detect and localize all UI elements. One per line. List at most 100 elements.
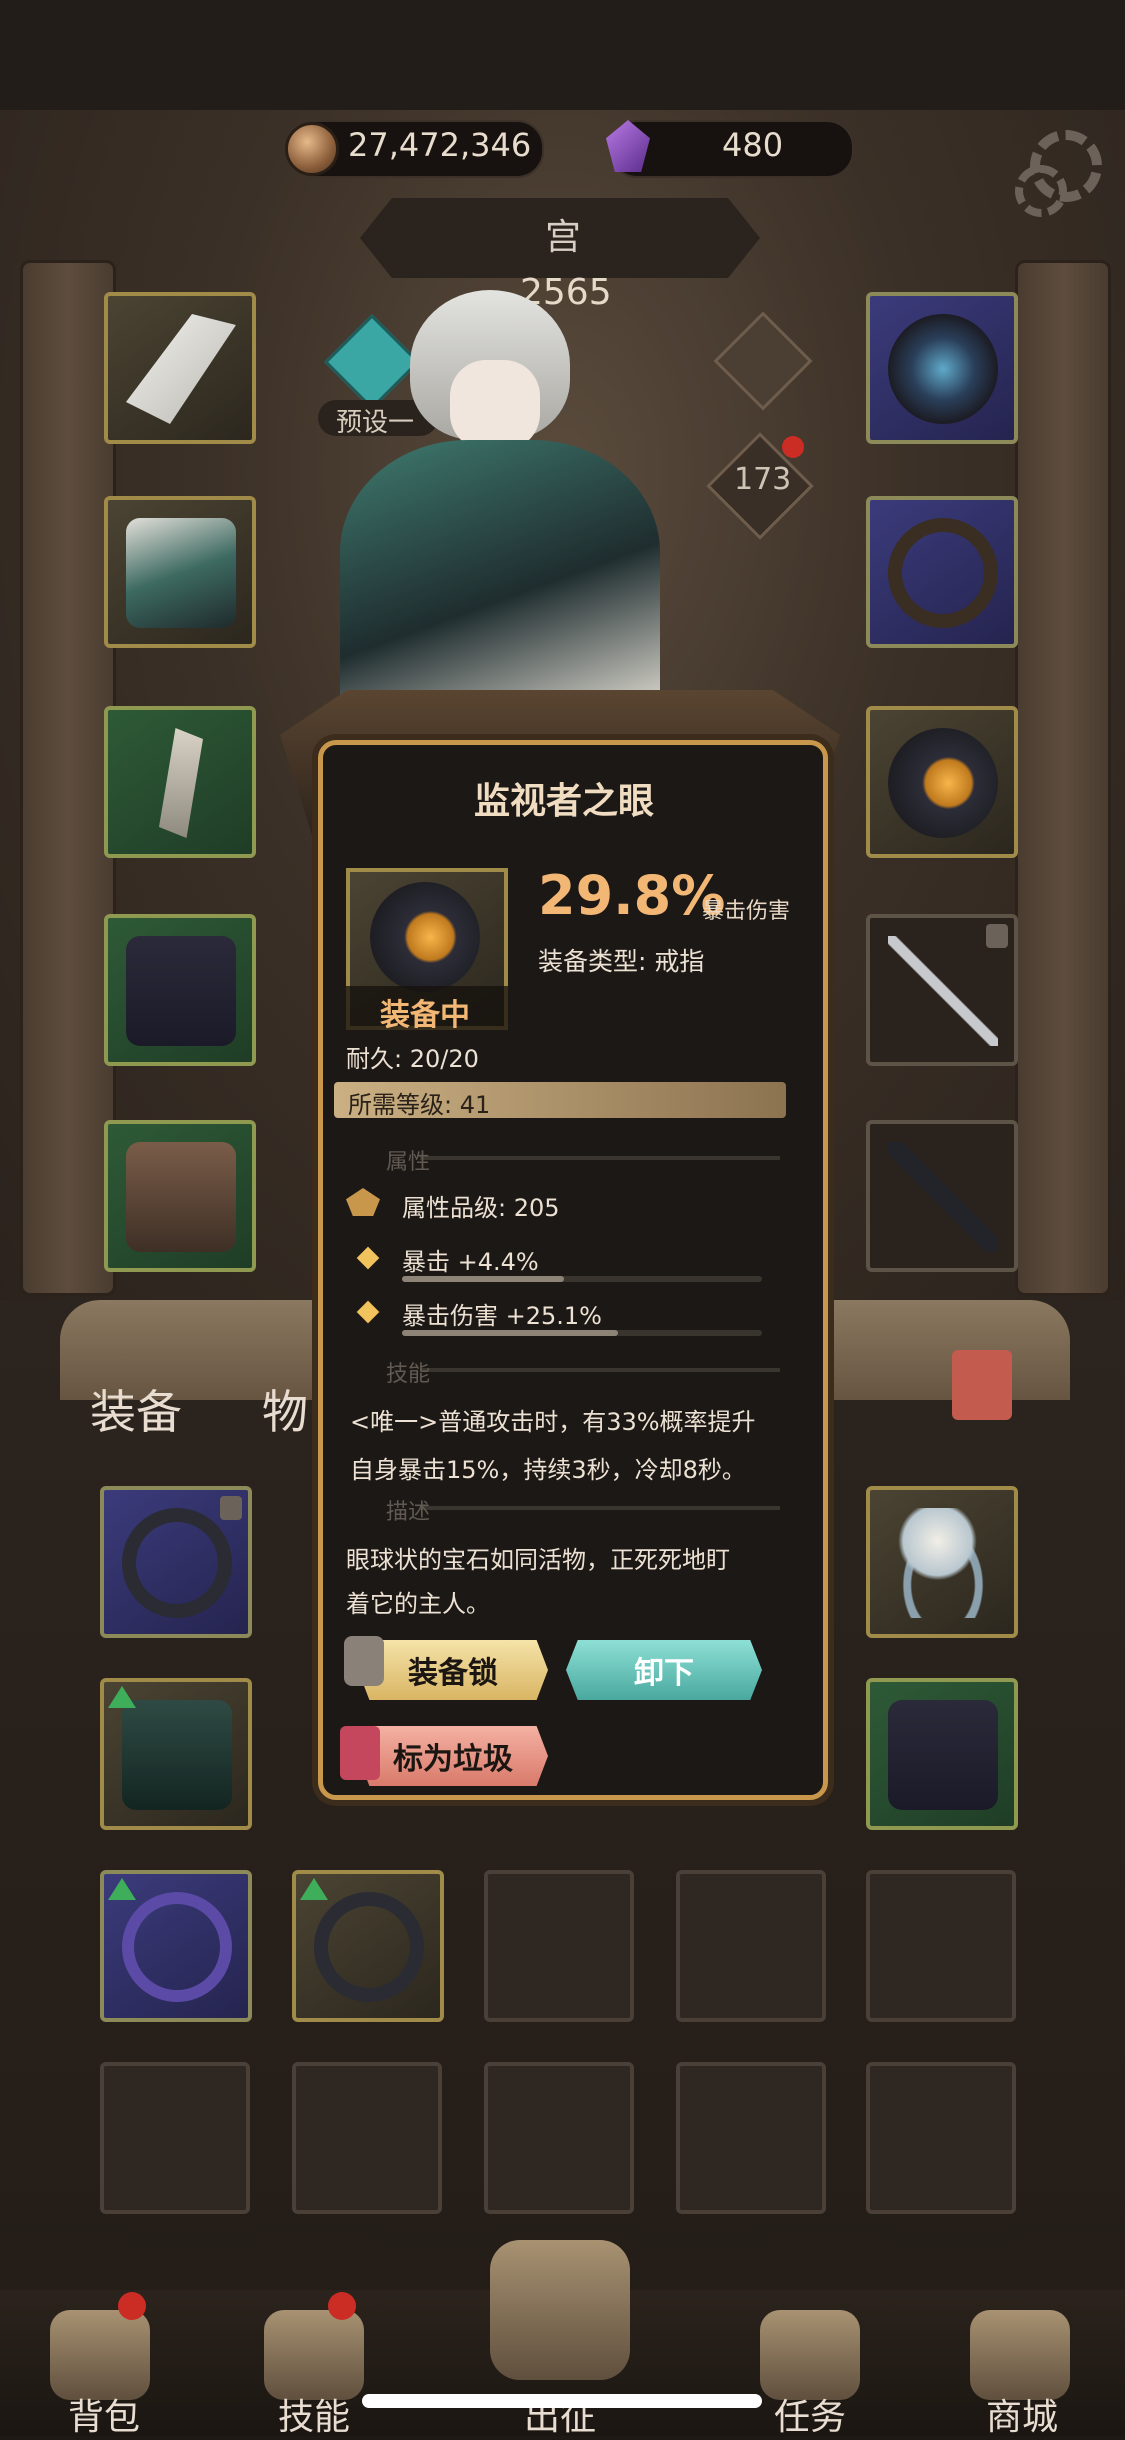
- main-stat-name: 暴击伤害: [702, 899, 791, 924]
- attr-crit-bar: [402, 1276, 762, 1282]
- section-attributes: 属性: [386, 1150, 431, 1175]
- shop-nav-icon[interactable]: [970, 2310, 1070, 2400]
- popup-title: 监视者之眼: [474, 781, 655, 822]
- attr-crit-bar-fill: [402, 1276, 564, 1282]
- bag-item-boots[interactable]: [100, 1678, 252, 1830]
- skills-notification-dot: [328, 2292, 356, 2320]
- lock-icon: [220, 1496, 242, 1520]
- bag-empty-cell[interactable]: [484, 2062, 634, 2214]
- bag-empty-cell[interactable]: [676, 1870, 826, 2022]
- upgrade-arrow-icon: [300, 1878, 328, 1900]
- section-divider: [420, 1506, 780, 1510]
- section-description: 描述: [386, 1500, 431, 1525]
- upgrade-arrow-icon: [108, 1686, 136, 1708]
- dark-ring-icon: [122, 1508, 232, 1618]
- slot-ring-1[interactable]: [866, 496, 1018, 648]
- lock-icon: [986, 924, 1008, 948]
- bag-item-halo[interactable]: [100, 1870, 252, 2022]
- attr-crit: 暴击 +4.4%: [402, 1248, 539, 1276]
- attr-crit-damage-bar-fill: [402, 1330, 618, 1336]
- robe-armor-icon: [126, 518, 236, 628]
- wing-helmet-icon: [126, 314, 236, 424]
- character-portrait: [330, 280, 690, 720]
- mark-junk-label: 标为垃圾: [393, 1742, 513, 1777]
- equip-type: 装备类型: 戒指: [538, 947, 705, 976]
- level-notification-dot: [782, 436, 804, 458]
- durability: 耐久: 20/20: [346, 1045, 479, 1073]
- bag-empty-cell[interactable]: [292, 2062, 442, 2214]
- attr-crit-damage-bar: [402, 1330, 762, 1336]
- description-line-2: 着它的主人。: [346, 1590, 490, 1618]
- bandage-bracer-icon: [159, 728, 203, 838]
- gem-amount: 480: [722, 126, 784, 164]
- attr-crit-damage: 暴击伤害 +25.1%: [402, 1302, 602, 1330]
- section-skill: 技能: [386, 1362, 431, 1387]
- padlock-icon: [344, 1636, 384, 1686]
- bag-empty-cell[interactable]: [100, 2062, 250, 2214]
- ring-icon: [888, 518, 998, 628]
- equip-lock-button[interactable]: 装备锁: [358, 1640, 548, 1700]
- character-name: 宫: [545, 217, 582, 258]
- tab-equip[interactable]: 装备: [90, 1376, 182, 1442]
- sword-icon: [888, 936, 998, 1046]
- green-boots-icon: [122, 1700, 232, 1810]
- left-pillar: [20, 260, 116, 1296]
- unequip-button[interactable]: 卸下: [566, 1640, 762, 1700]
- flower-ring-icon: [888, 1508, 998, 1618]
- level-value: 173: [734, 462, 792, 497]
- bag-item-ring[interactable]: [100, 1486, 252, 1638]
- main-stat-value: 29.8%: [538, 864, 726, 927]
- nav-shop[interactable]: 商城: [952, 2388, 1092, 2440]
- mark-junk-button[interactable]: 标为垃圾: [358, 1726, 548, 1786]
- bag-empty-cell[interactable]: [866, 2062, 1016, 2214]
- character-outfit: [340, 440, 660, 720]
- leggings-icon: [888, 1700, 998, 1810]
- tab-items[interactable]: 物: [262, 1376, 308, 1442]
- amulet-icon: [888, 314, 998, 424]
- bag-empty-cell[interactable]: [484, 1870, 634, 2022]
- bag-empty-cell[interactable]: [866, 1870, 1016, 2022]
- skill-line-1: <唯一>普通攻击时，有33%概率提升: [350, 1408, 756, 1436]
- trash-icon[interactable]: [952, 1350, 1012, 1420]
- eye-ring-icon: [370, 882, 480, 992]
- attribute-grade: 属性品级: 205: [402, 1194, 560, 1222]
- section-divider: [420, 1368, 780, 1372]
- skills-nav-icon[interactable]: [264, 2310, 364, 2400]
- tasks-nav-icon[interactable]: [760, 2310, 860, 2400]
- nav-tasks[interactable]: 任务: [740, 2388, 880, 2440]
- slot-offhand[interactable]: [866, 1120, 1018, 1272]
- gold-amount: 27,472,346: [348, 126, 532, 164]
- eye-ring-icon: [888, 728, 998, 838]
- band-ring-icon: [314, 1892, 424, 2002]
- slot-helmet[interactable]: [104, 292, 256, 444]
- description-line-1: 眼球状的宝石如同活物，正死死地盯: [346, 1546, 730, 1574]
- coin-icon: [285, 122, 339, 176]
- battle-nav-icon[interactable]: [490, 2240, 630, 2380]
- leggings-icon: [126, 936, 236, 1046]
- top-bar-background: [0, 0, 1125, 110]
- slot-necklace[interactable]: [866, 292, 1018, 444]
- bag-item-flower-ring[interactable]: [866, 1486, 1018, 1638]
- slot-armor[interactable]: [104, 496, 256, 648]
- slot-weapon[interactable]: [866, 914, 1018, 1066]
- slot-ring-2[interactable]: [866, 706, 1018, 858]
- bag-empty-cell[interactable]: [676, 2062, 826, 2214]
- nav-bag[interactable]: 背包: [34, 2388, 174, 2440]
- unequip-label: 卸下: [634, 1656, 694, 1691]
- boots-icon: [126, 1142, 236, 1252]
- bag-item-leggings[interactable]: [866, 1678, 1018, 1830]
- wand-icon: [888, 1142, 998, 1252]
- upgrade-arrow-icon: [108, 1878, 136, 1900]
- halo-ring-icon: [122, 1892, 232, 2002]
- slot-bracer[interactable]: [104, 706, 256, 858]
- slot-boots[interactable]: [104, 1120, 256, 1272]
- character-face: [450, 360, 540, 450]
- bag-nav-icon[interactable]: [50, 2310, 150, 2400]
- home-indicator[interactable]: [362, 2394, 762, 2408]
- required-level: 所需等级: 41: [348, 1091, 491, 1119]
- bag-notification-dot: [118, 2292, 146, 2320]
- equipped-label: 装备中: [380, 998, 470, 1033]
- slot-legs[interactable]: [104, 914, 256, 1066]
- bag-item-band[interactable]: [292, 1870, 444, 2022]
- settings-small-gear-icon[interactable]: [1015, 165, 1067, 217]
